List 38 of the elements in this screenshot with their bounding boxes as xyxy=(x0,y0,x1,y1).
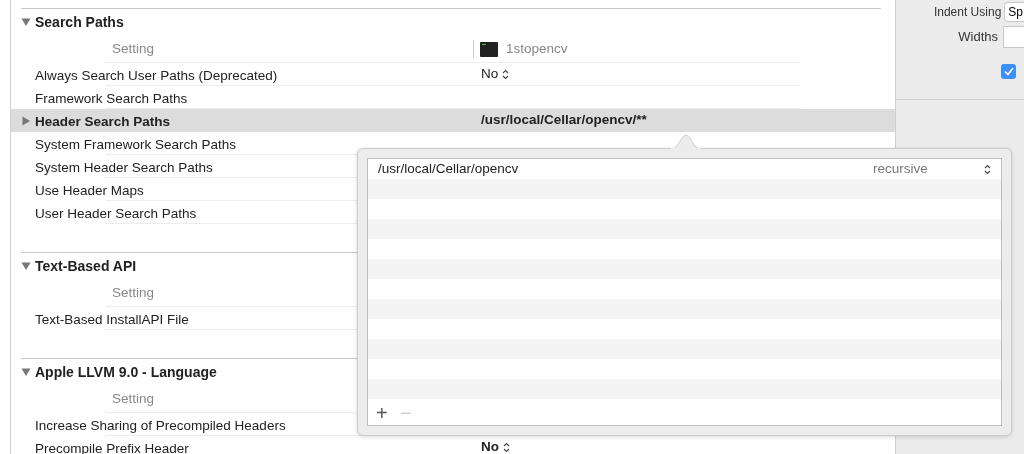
setting-row[interactable]: Header Search Paths /usr/local/Cellar/opencv/** xyxy=(11,109,895,132)
chevron-icon xyxy=(502,69,510,80)
column-header: Setting xyxy=(112,389,156,408)
mode-popup[interactable]: recursive xyxy=(873,158,991,180)
section-title: Apple LLVM 9.0 - Language xyxy=(35,362,217,382)
setting-label: Use Header Maps xyxy=(35,182,144,198)
chevron-icon xyxy=(984,163,991,175)
setting-label: System Header Search Paths xyxy=(35,159,213,175)
setting-value: /usr/local/Cellar/opencv/** xyxy=(481,111,647,130)
widths-label: Widths xyxy=(958,28,998,47)
setting-label: Increase Sharing of Precompiled Headers xyxy=(35,417,286,433)
setting-label: User Header Search Paths xyxy=(35,205,197,221)
section-title: Text-Based API xyxy=(35,256,137,276)
width-field[interactable] xyxy=(1003,26,1024,48)
checkbox[interactable] xyxy=(1001,64,1016,79)
setting-value[interactable]: No xyxy=(481,437,510,454)
disclosure-triangle-icon[interactable] xyxy=(21,367,31,377)
indent-label: Indent Using xyxy=(933,4,1002,21)
add-button[interactable]: + xyxy=(374,403,390,423)
target-name: 1stopencv xyxy=(506,39,568,58)
setting-label: System Framework Search Paths xyxy=(35,136,237,152)
column-header: Setting xyxy=(112,283,156,302)
setting-label: Always Search User Paths (Deprecated) xyxy=(35,67,278,83)
path-text: /usr/local/Cellar/opencv xyxy=(378,159,520,178)
chevron-icon xyxy=(503,442,510,453)
disclosure-triangle-icon[interactable] xyxy=(21,261,31,271)
setting-label: Header Search Paths xyxy=(35,113,171,129)
app-icon xyxy=(480,41,498,57)
setting-label: Text-Based InstallAPI File xyxy=(35,311,189,327)
column-header: Setting xyxy=(112,39,156,58)
disclosure-triangle-icon[interactable] xyxy=(21,17,31,27)
disclosure-triangle-icon[interactable] xyxy=(21,115,31,126)
path-row[interactable]: /usr/local/Cellar/opencv recursive xyxy=(368,159,1001,179)
setting-row[interactable]: Always Search User Paths (Deprecated) No xyxy=(11,63,895,86)
section-title: Search Paths xyxy=(35,12,124,32)
setting-label: Framework Search Paths xyxy=(35,90,188,106)
indent-popup[interactable]: Sp xyxy=(1004,2,1024,22)
setting-value[interactable]: No xyxy=(481,64,510,85)
